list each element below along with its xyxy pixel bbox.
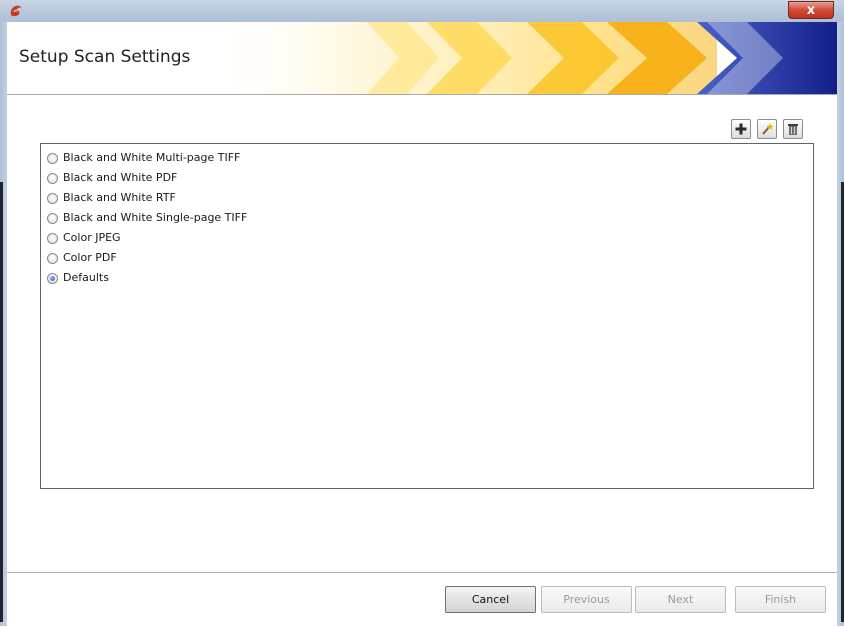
- radio-button[interactable]: [47, 253, 58, 264]
- radio-button-selected[interactable]: [47, 273, 58, 284]
- option-label: Black and White RTF: [63, 191, 176, 204]
- scan-settings-list[interactable]: Black and White Multi-page TIFF Black an…: [40, 143, 814, 489]
- dialog-client-area: Setup Scan Settings Black and White Mult…: [7, 22, 837, 627]
- window-frame-right: [837, 22, 844, 626]
- window-frame-left: [0, 22, 7, 626]
- radio-button[interactable]: [47, 233, 58, 244]
- magic-wand-icon: [762, 123, 774, 135]
- previous-button[interactable]: Previous: [541, 586, 632, 613]
- option-label: Black and White Multi-page TIFF: [63, 151, 241, 164]
- edit-setting-button[interactable]: [757, 119, 777, 139]
- radio-button[interactable]: [47, 193, 58, 204]
- option-label: Black and White Single-page TIFF: [63, 211, 248, 224]
- option-label: Defaults: [63, 271, 109, 284]
- wizard-footer: Cancel Previous Next Finish: [7, 572, 837, 627]
- page-title: Setup Scan Settings: [19, 47, 191, 67]
- cancel-button[interactable]: Cancel: [445, 586, 536, 613]
- wizard-header: Setup Scan Settings: [7, 22, 837, 95]
- add-setting-button[interactable]: [731, 119, 751, 139]
- close-window-button[interactable]: x: [788, 1, 834, 19]
- option-label: Color JPEG: [63, 231, 121, 244]
- radio-button[interactable]: [47, 173, 58, 184]
- delete-icon: [788, 124, 798, 135]
- option-label: Black and White PDF: [63, 171, 178, 184]
- next-button[interactable]: Next: [635, 586, 726, 613]
- radio-button[interactable]: [47, 153, 58, 164]
- plus-icon: [735, 123, 747, 135]
- finish-button[interactable]: Finish: [735, 586, 826, 613]
- app-logo-icon: [10, 5, 21, 17]
- close-icon: x: [806, 3, 816, 18]
- option-label: Color PDF: [63, 251, 117, 264]
- radio-button[interactable]: [47, 213, 58, 224]
- delete-setting-button[interactable]: [783, 119, 803, 139]
- window-title-bar[interactable]: x: [0, 0, 844, 23]
